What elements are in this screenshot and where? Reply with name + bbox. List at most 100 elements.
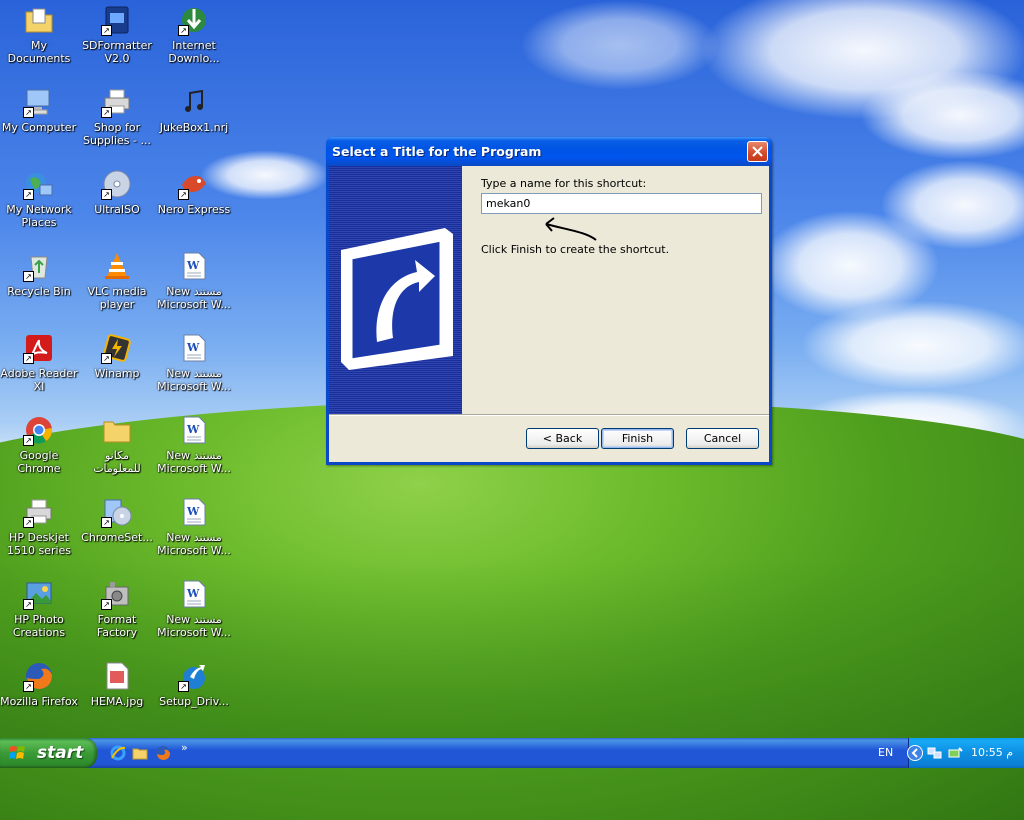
quick-launch-overflow[interactable]: » <box>181 741 188 754</box>
cancel-button[interactable]: Cancel <box>686 428 759 449</box>
shortcut-overlay-icon: ↗ <box>23 107 34 118</box>
desktop-icon[interactable]: ↗ Winamp <box>78 332 156 380</box>
adobe-reader-icon: ↗ <box>23 332 55 364</box>
printer-icon: ↗ <box>101 86 133 118</box>
folder-icon[interactable] <box>132 745 148 761</box>
desktop-icon[interactable]: ↗ My Computer <box>0 86 78 134</box>
svg-text:W: W <box>186 423 200 436</box>
shortcut-overlay-icon: ↗ <box>178 681 189 692</box>
desktop-icon[interactable]: ↗ Format Factory <box>78 578 156 639</box>
shortcut-overlay-icon: ↗ <box>101 353 112 364</box>
firefox-icon: ↗ <box>23 660 55 692</box>
shortcut-overlay-icon: ↗ <box>101 25 112 36</box>
desktop-icon-label: My Documents <box>7 39 71 65</box>
desktop-icon-label: Format Factory <box>96 613 138 639</box>
close-icon <box>752 146 763 157</box>
desktop-icon[interactable]: ↗ Nero Express <box>155 168 233 216</box>
folder-icon <box>101 414 133 446</box>
desktop-icon[interactable]: ↗ ChromeSet... <box>78 496 156 544</box>
desktop-icon[interactable]: ↗ Adobe Reader XI <box>0 332 78 393</box>
system-tray: 10:55 م <box>907 738 1024 768</box>
desktop-icon[interactable]: ↗ Google Chrome <box>0 414 78 475</box>
sd-card-icon: ↗ <box>101 4 133 36</box>
shortcut-overlay-icon: ↗ <box>23 599 34 610</box>
ie-icon[interactable] <box>110 745 126 761</box>
desktop-icon[interactable]: W New مستند Microsoft W... <box>155 496 233 557</box>
shortcut-overlay-icon: ↗ <box>23 353 34 364</box>
desktop-icon[interactable]: ↗ Setup_Driv... <box>155 660 233 708</box>
desktop-icon[interactable]: ↗ HP Deskjet 1510 series <box>0 496 78 557</box>
chevron-left-icon[interactable] <box>907 745 923 761</box>
disc-icon: ↗ <box>101 168 133 200</box>
desktop-icon[interactable]: VLC media player <box>78 250 156 311</box>
word-doc-icon: W <box>178 332 210 364</box>
dialog-content: Type a name for this shortcut: Click Fin… <box>462 166 769 414</box>
word-doc-icon: W <box>178 578 210 610</box>
format-factory-icon: ↗ <box>101 578 133 610</box>
shortcut-overlay-icon: ↗ <box>101 189 112 200</box>
desktop-icon[interactable]: ↗ My Network Places <box>0 168 78 229</box>
back-button[interactable]: < Back <box>526 428 599 449</box>
clock[interactable]: 10:55 م <box>971 746 1013 759</box>
close-button[interactable] <box>747 141 768 162</box>
firefox-icon[interactable] <box>155 745 171 761</box>
usb-safely-remove-icon[interactable] <box>947 745 963 761</box>
desktop-icon[interactable]: ↗ Internet Downlo... <box>155 4 233 65</box>
language-indicator[interactable]: EN <box>878 746 893 759</box>
shortcut-overlay-icon: ↗ <box>101 517 112 528</box>
desktop-icon-label: New مستند Microsoft W... <box>157 449 231 475</box>
shortcut-overlay-icon: ↗ <box>23 189 34 200</box>
dialog-titlebar[interactable]: Select a Title for the Program <box>326 137 772 166</box>
desktop-icon[interactable]: W New مستند Microsoft W... <box>155 578 233 639</box>
word-doc-icon: W <box>178 496 210 528</box>
desktop-icon[interactable]: W New مستند Microsoft W... <box>155 250 233 311</box>
start-button[interactable]: start <box>0 738 97 768</box>
taskbar: start » EN 10:55 م <box>0 738 1024 768</box>
desktop-icon-label: My Network Places <box>6 203 72 229</box>
desktop-icon[interactable]: ↗ UltraISO <box>78 168 156 216</box>
desktop-icon[interactable]: ↗ Mozilla Firefox <box>0 660 78 708</box>
desktop-icon[interactable]: My Documents <box>0 4 78 65</box>
image-file-icon <box>101 660 133 692</box>
desktop-icon-label: New مستند Microsoft W... <box>157 285 231 311</box>
desktop-icon-label: Setup_Driv... <box>159 695 229 708</box>
shortcut-name-input[interactable] <box>481 193 762 214</box>
desktop-icon[interactable]: ↗ SDFormatter V2.0 <box>78 4 156 65</box>
desktop-icon-label: VLC media player <box>87 285 147 311</box>
word-doc-icon: W <box>178 250 210 282</box>
winamp-icon: ↗ <box>101 332 133 364</box>
svg-text:W: W <box>186 259 200 272</box>
dialog-title: Select a Title for the Program <box>332 144 542 159</box>
desktop-icon[interactable]: ↗ Recycle Bin <box>0 250 78 298</box>
finish-button[interactable]: Finish <box>601 428 674 449</box>
music-file-icon <box>178 86 210 118</box>
desktop-icon-label: Mozilla Firefox <box>0 695 78 708</box>
network-icon[interactable] <box>927 745 943 761</box>
desktop-icon[interactable]: ↗ HP Photo Creations <box>0 578 78 639</box>
download-globe-icon: ↗ <box>178 4 210 36</box>
desktop-icon[interactable]: W New مستند Microsoft W... <box>155 414 233 475</box>
desktop-icon-label: UltraISO <box>94 203 140 216</box>
desktop-icon-label: ChromeSet... <box>81 531 153 544</box>
desktop-icon-label: New مستند Microsoft W... <box>157 613 231 639</box>
desktop-icon-label: HEMA.jpg <box>90 695 144 708</box>
desktop-icon-label: Internet Downlo... <box>168 39 220 65</box>
setup-disc-icon: ↗ <box>101 496 133 528</box>
desktop-icon-label: Shop for Supplies - ... <box>83 121 151 147</box>
desktop-icon[interactable]: HEMA.jpg <box>78 660 156 708</box>
recycle-bin-icon: ↗ <box>23 250 55 282</box>
svg-text:W: W <box>186 341 200 354</box>
shortcut-overlay-icon: ↗ <box>101 599 112 610</box>
nero-icon: ↗ <box>178 168 210 200</box>
desktop-icon-label: New مستند Microsoft W... <box>157 367 231 393</box>
desktop-icon[interactable]: W New مستند Microsoft W... <box>155 332 233 393</box>
desktop-icon[interactable]: ↗ Shop for Supplies - ... <box>78 86 156 147</box>
svg-text:W: W <box>186 587 200 600</box>
desktop-icon[interactable]: JukeBox1.nrj <box>155 86 233 134</box>
shortcut-overlay-icon: ↗ <box>101 107 112 118</box>
folder-documents-icon <box>23 4 55 36</box>
shortcut-name-label: Type a name for this shortcut: <box>481 177 647 190</box>
shortcut-overlay-icon: ↗ <box>178 189 189 200</box>
desktop-icon[interactable]: مكانو للمعلومات <box>78 414 156 475</box>
shortcut-overlay-icon: ↗ <box>178 25 189 36</box>
